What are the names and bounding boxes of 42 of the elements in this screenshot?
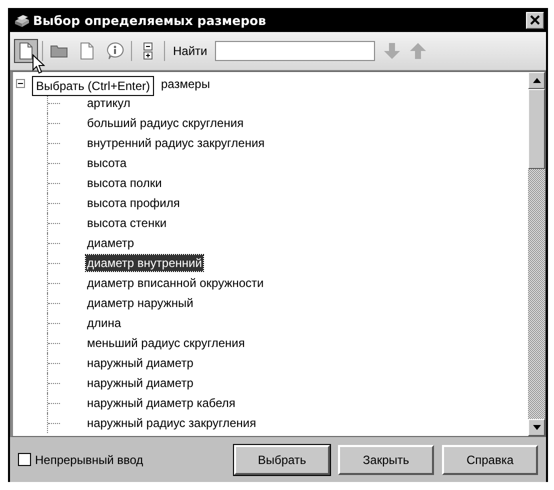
tree-item[interactable]: внутренний радиус закругления	[86, 135, 266, 151]
scrollbar[interactable]	[528, 72, 545, 436]
document-icon	[18, 42, 34, 60]
select-button[interactable]	[14, 39, 38, 63]
triangle-down-icon	[532, 425, 540, 430]
tree-item[interactable]: высота профиля	[86, 195, 181, 211]
tree-item[interactable]: диаметр внутренний	[86, 255, 203, 271]
tree-item[interactable]: высота полки	[86, 175, 163, 191]
search-field[interactable]	[215, 41, 376, 61]
find-label: Найти	[173, 44, 208, 58]
tree-item[interactable]: высота	[86, 155, 128, 171]
info-icon	[106, 42, 124, 60]
checkbox[interactable]	[18, 453, 31, 466]
scroll-thumb[interactable]	[528, 89, 545, 169]
tree-item[interactable]: артикул	[86, 95, 132, 111]
scroll-down-button[interactable]	[528, 419, 545, 436]
close-button[interactable]	[526, 12, 544, 28]
tree-item[interactable]: диаметр вписанной окружности	[86, 275, 265, 291]
checkbox-label: Непрерывный ввод	[35, 452, 144, 466]
tree-item[interactable]: диаметр	[86, 235, 136, 251]
tree-item[interactable]: больший радиус скругления	[86, 115, 245, 131]
window-title: Выбор определяемых размеров	[33, 12, 268, 28]
tooltip: Выбрать (Ctrl+Enter)	[32, 76, 154, 96]
tree-item[interactable]: высота стенки	[86, 215, 168, 231]
tree-item[interactable]: наружный диаметр кабеля	[86, 395, 236, 411]
tree-item[interactable]: длина	[86, 315, 122, 331]
triangle-up-icon	[532, 78, 540, 83]
tree-item[interactable]: размеры	[161, 76, 210, 90]
close-button[interactable]: Закрыть	[338, 444, 434, 474]
collapse-icon[interactable]	[16, 79, 25, 88]
scroll-up-button[interactable]	[528, 72, 545, 89]
select-button[interactable]: Выбрать	[234, 444, 330, 474]
tree-item[interactable]: наружный диаметр	[86, 375, 194, 391]
tree-item[interactable]: диаметр наружный	[86, 295, 194, 311]
expand-collapse-icon	[143, 42, 153, 60]
tree-item[interactable]: наружный диаметр	[86, 355, 194, 371]
help-button[interactable]: Справка	[442, 444, 538, 474]
tree-item[interactable]: меньший радиус скругления	[86, 335, 246, 351]
document-icon	[79, 42, 95, 60]
close-icon	[530, 15, 540, 25]
folder-icon	[50, 43, 68, 59]
tree-item[interactable]: наружный радиус закругления	[86, 415, 258, 431]
